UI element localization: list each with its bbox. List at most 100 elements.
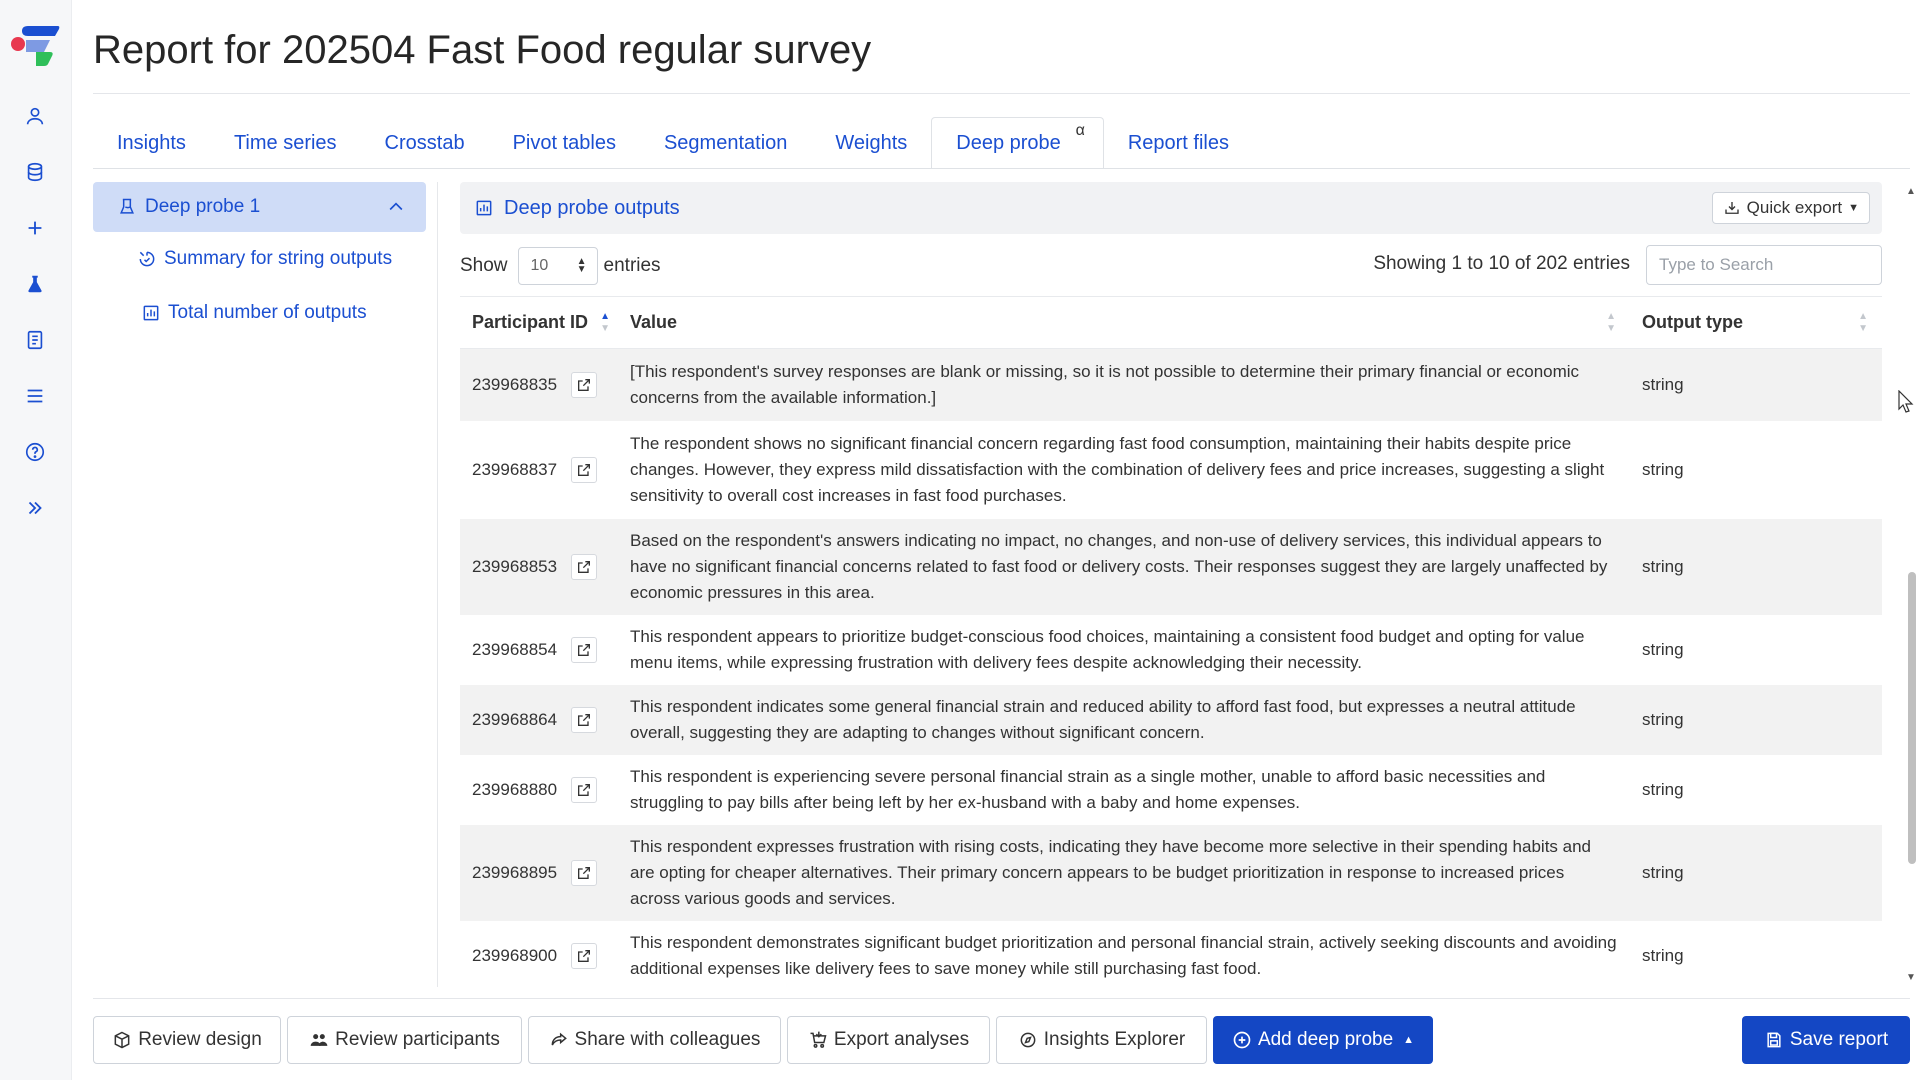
external-link-icon[interactable] xyxy=(571,636,598,663)
scroll-down-arrow-icon[interactable]: ▼ xyxy=(1906,972,1916,983)
mouse-cursor-icon xyxy=(1898,390,1914,413)
entries-info: Showing 1 to 10 of 202 entries xyxy=(1373,253,1630,274)
column-header-value[interactable]: Value ▲ ▼ xyxy=(618,296,1630,349)
database-icon[interactable] xyxy=(21,158,49,186)
menu-icon[interactable] xyxy=(21,382,49,410)
share-icon xyxy=(551,1032,567,1046)
sort-icon: ▲ ▼ xyxy=(1858,311,1868,334)
flask-icon[interactable] xyxy=(21,270,49,298)
output-type: string xyxy=(1642,639,1684,659)
participant-id: 239968895 xyxy=(472,862,558,882)
sort-icon: ▲ ▼ xyxy=(1606,311,1616,334)
external-link-icon[interactable] xyxy=(571,859,598,886)
tab-segmentation[interactable]: Segmentation xyxy=(640,117,811,169)
output-type: string xyxy=(1642,459,1684,479)
table-row: 239968837 The respondent shows no signif… xyxy=(460,421,1882,519)
export-analyses-button[interactable]: Export analyses xyxy=(787,1016,990,1064)
tree-item-total-outputs[interactable]: Total number of outputs xyxy=(93,286,426,340)
participant-id: 239968837 xyxy=(472,459,558,479)
report-tabs: Insights Time series Crosstab Pivot tabl… xyxy=(93,117,1253,169)
tabs-divider xyxy=(93,168,1910,169)
users-icon xyxy=(310,1034,328,1046)
table-row: 239968835 [This respondent's survey resp… xyxy=(460,348,1882,421)
tab-report-files[interactable]: Report files xyxy=(1104,117,1253,169)
table-row: 239968900 This respondent demonstrates s… xyxy=(460,921,1882,991)
title-divider xyxy=(93,93,1910,94)
output-value: Based on the respondent's answers indica… xyxy=(618,518,1630,615)
review-participants-button[interactable]: Review participants xyxy=(287,1016,522,1064)
chart-icon xyxy=(476,200,492,216)
page-title: Report for 202504 Fast Food regular surv… xyxy=(93,28,872,72)
output-value: [This respondent's survey responses are … xyxy=(618,348,1630,421)
output-type: string xyxy=(1642,779,1684,799)
output-value: The respondent shows no significant fina… xyxy=(630,433,1605,505)
external-link-icon[interactable] xyxy=(571,371,598,398)
participant-id: 239968854 xyxy=(472,639,558,659)
external-link-icon[interactable] xyxy=(571,776,598,803)
external-link-icon[interactable] xyxy=(571,942,598,969)
cart-icon xyxy=(810,1031,827,1048)
scroll-up-arrow-icon[interactable]: ▲ xyxy=(1906,186,1916,197)
tab-pivot-tables[interactable]: Pivot tables xyxy=(489,117,640,169)
output-type: string xyxy=(1642,945,1684,965)
alpha-badge: α xyxy=(1075,122,1085,139)
output-type: string xyxy=(1630,824,1882,921)
caret-down-icon: ▼ xyxy=(1848,202,1859,214)
output-value: This respondent appears to prioritize bu… xyxy=(630,626,1585,672)
plus-circle-icon xyxy=(1233,1031,1251,1049)
expand-icon[interactable] xyxy=(21,494,49,522)
panel-title: Deep probe outputs xyxy=(504,196,680,219)
deep-probe-outputs-table: Participant ID ▲ ▼ Value ▲ ▼ Output type ▲… xyxy=(460,296,1882,991)
page-length-select[interactable]: 10 ▲ ▼ xyxy=(517,247,598,285)
probe-icon xyxy=(120,198,134,214)
deep-probe-tree: Deep probe 1 Summary for string outputs … xyxy=(93,182,426,340)
help-icon[interactable] xyxy=(21,438,49,466)
add-deep-probe-button[interactable]: Add deep probe ▲ xyxy=(1213,1016,1433,1064)
download-icon xyxy=(1724,202,1739,214)
review-design-button[interactable]: Review design xyxy=(93,1016,281,1064)
tab-weights[interactable]: Weights xyxy=(811,117,931,169)
tab-deep-probe[interactable]: Deep probe α xyxy=(931,117,1104,169)
save-icon xyxy=(1767,1032,1781,1048)
app-logo[interactable] xyxy=(10,22,60,66)
output-type: string xyxy=(1630,684,1882,755)
output-type: string xyxy=(1630,348,1882,421)
column-header-output-type[interactable]: Output type ▲ ▼ xyxy=(1630,296,1882,349)
participant-id: 239968835 xyxy=(472,374,558,394)
quick-export-button[interactable]: Quick export ▼ xyxy=(1711,192,1870,224)
plus-icon[interactable] xyxy=(21,214,49,242)
participant-id: 239968900 xyxy=(472,945,558,965)
footer-divider xyxy=(93,998,1910,999)
tab-insights[interactable]: Insights xyxy=(93,117,210,169)
tree-item-summary-string-outputs[interactable]: Summary for string outputs xyxy=(93,232,426,286)
table-row: 239968854 This respondent appears to pri… xyxy=(460,615,1882,685)
output-value: This respondent expresses frustration wi… xyxy=(618,824,1630,921)
output-value: This respondent indicates some general f… xyxy=(618,684,1630,755)
table-search-input[interactable] xyxy=(1646,245,1882,285)
insights-explorer-button[interactable]: Insights Explorer xyxy=(996,1016,1207,1064)
table-row: 239968864 This respondent indicates some… xyxy=(460,684,1882,755)
book-icon[interactable] xyxy=(21,326,49,354)
external-link-icon[interactable] xyxy=(571,456,598,483)
column-header-participant-id[interactable]: Participant ID ▲ ▼ xyxy=(460,296,618,349)
external-link-icon[interactable] xyxy=(571,706,598,733)
table-row: 239968880 This respondent is experiencin… xyxy=(460,755,1882,825)
tab-crosstab[interactable]: Crosstab xyxy=(361,117,489,169)
select-arrows-icon: ▲ ▼ xyxy=(576,256,587,275)
compass-icon xyxy=(1020,1032,1036,1048)
user-icon[interactable] xyxy=(21,102,49,130)
sidebar-divider xyxy=(437,182,438,987)
save-report-button[interactable]: Save report xyxy=(1742,1016,1910,1064)
chevron-up-icon[interactable] xyxy=(386,197,406,217)
tree-item-deep-probe-1[interactable]: Deep probe 1 xyxy=(93,182,426,232)
output-value: This respondent is experiencing severe p… xyxy=(630,766,1546,812)
participant-id: 239968880 xyxy=(472,779,558,799)
page-length-control: Show 10 ▲ ▼ entries xyxy=(460,246,661,286)
participant-id: 239968853 xyxy=(472,556,558,576)
external-link-icon[interactable] xyxy=(571,553,598,580)
output-value: This respondent demonstrates significant… xyxy=(630,932,1617,978)
share-with-colleagues-button[interactable]: Share with colleagues xyxy=(528,1016,781,1064)
summary-icon xyxy=(139,251,155,267)
tab-time-series[interactable]: Time series xyxy=(210,117,361,169)
scrollbar-thumb[interactable] xyxy=(1908,572,1916,864)
